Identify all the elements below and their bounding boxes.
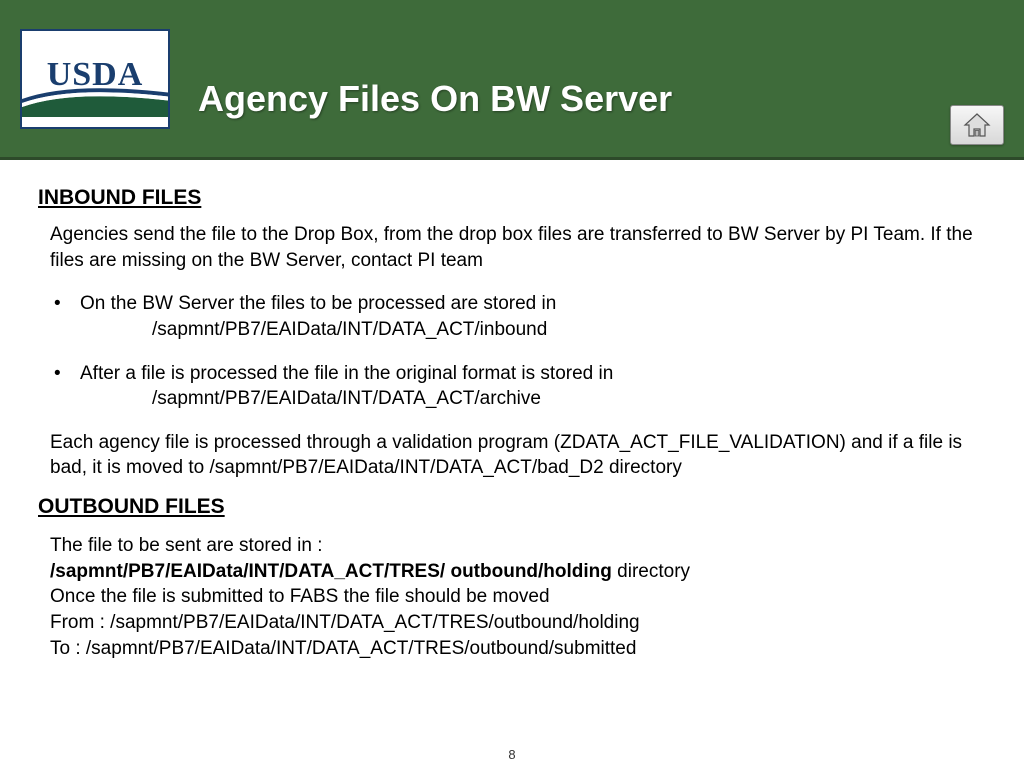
- usda-logo: USDA: [20, 29, 170, 129]
- outbound-line: The file to be sent are stored in :: [50, 533, 986, 559]
- bullet-path: /sapmnt/PB7/EAIData/INT/DATA_ACT/inbound: [80, 317, 986, 343]
- bullet-item: • After a file is processed the file in …: [50, 361, 986, 412]
- home-button[interactable]: [950, 105, 1004, 145]
- slide-header: USDA Agency Files On BW Server: [0, 0, 1024, 160]
- bullet-path: /sapmnt/PB7/EAIData/INT/DATA_ACT/archive: [80, 386, 986, 412]
- outbound-path-bold: /sapmnt/PB7/EAIData/INT/DATA_ACT/TRES/ o…: [50, 561, 612, 582]
- slide-content: INBOUND FILES Agencies send the file to …: [0, 160, 1024, 671]
- inbound-validation: Each agency file is processed through a …: [50, 430, 986, 481]
- outbound-line: From : /sapmnt/PB7/EAIData/INT/DATA_ACT/…: [50, 610, 986, 636]
- outbound-line: /sapmnt/PB7/EAIData/INT/DATA_ACT/TRES/ o…: [50, 559, 986, 585]
- bullet-text: After a file is processed the file in th…: [80, 363, 613, 384]
- outbound-line: To : /sapmnt/PB7/EAIData/INT/DATA_ACT/TR…: [50, 636, 986, 662]
- outbound-body: The file to be sent are stored in : /sap…: [50, 533, 986, 661]
- inbound-heading: INBOUND FILES: [38, 186, 986, 210]
- outbound-heading: OUTBOUND FILES: [38, 495, 986, 519]
- slide-title: Agency Files On BW Server: [198, 78, 672, 120]
- outbound-line: Once the file is submitted to FABS the f…: [50, 584, 986, 610]
- bullet-item: • On the BW Server the files to be proce…: [50, 291, 986, 342]
- page-number: 8: [0, 747, 1024, 762]
- inbound-intro: Agencies send the file to the Drop Box, …: [50, 222, 986, 273]
- bullet-icon: •: [50, 361, 80, 412]
- bullet-text: On the BW Server the files to be process…: [80, 293, 556, 314]
- bullet-icon: •: [50, 291, 80, 342]
- inbound-bullets: • On the BW Server the files to be proce…: [50, 291, 986, 412]
- outbound-rest: directory: [612, 561, 690, 582]
- home-icon: [963, 112, 991, 138]
- usda-logo-swoosh-icon: [22, 79, 170, 117]
